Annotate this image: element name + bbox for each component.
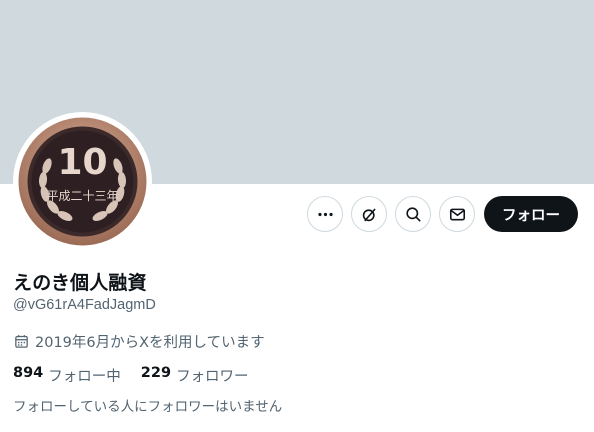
follow-stats: 894 フォロー中 229 フォロワー [13, 365, 269, 386]
followers-you-know-notice: フォローしている人にフォロワーはいません [13, 399, 283, 415]
profile-name: えのき個人融資 [13, 272, 147, 294]
avatar[interactable]: 10 平成二十三年 [13, 112, 152, 251]
following-link[interactable]: 894 フォロー中 [13, 365, 121, 386]
search-button[interactable] [395, 196, 431, 232]
profile-handle: @vG61rA4FadJagmD [13, 297, 156, 313]
following-label: フォロー中 [48, 369, 121, 385]
grok-button[interactable] [351, 196, 387, 232]
message-button[interactable] [439, 196, 475, 232]
more-button[interactable] [307, 196, 343, 232]
mail-icon [449, 208, 465, 220]
joined-text: 2019年6月からXを利用しています [35, 335, 265, 351]
followers-count: 229 [140, 365, 172, 381]
follow-button[interactable]: フォロー [484, 196, 578, 232]
grok-icon [362, 207, 376, 221]
joined-date: 2019年6月からXを利用しています [13, 331, 265, 352]
following-count: 894 [13, 365, 44, 381]
more-icon [317, 212, 333, 216]
svg-text:10: 10 [57, 142, 107, 183]
svg-text:平成二十三年: 平成二十三年 [46, 189, 118, 203]
ten-yen-coin-icon: 10 平成二十三年 [18, 117, 147, 246]
followers-label: フォロワー [176, 369, 249, 385]
calendar-icon [15, 335, 28, 348]
followers-link[interactable]: 229 フォロワー [141, 365, 249, 386]
search-icon [405, 206, 421, 222]
